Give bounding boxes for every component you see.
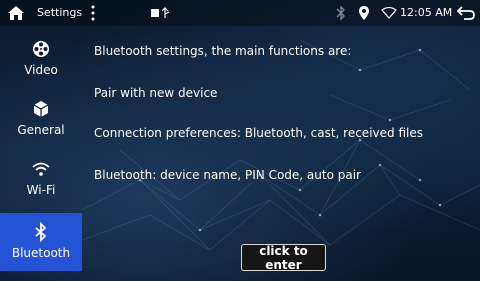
sidebar-item-bluetooth[interactable]: Bluetooth [0,213,82,271]
back-icon[interactable] [457,5,475,21]
sidebar-item-video[interactable]: Video [0,30,82,88]
clock-time: 12:05 AM [400,6,453,19]
sidebar-item-general[interactable]: General [0,90,82,148]
sidebar-item-label: General [17,123,65,137]
location-icon [359,6,369,20]
settings-sidebar: Video General Wi-Fi Bluetooth [0,26,82,281]
bluetooth-icon [35,222,47,242]
info-item-bluetooth-options: Bluetooth: device name, PIN Code, auto p… [94,168,361,182]
info-item-pair: Pair with new device [94,86,218,100]
sidebar-item-label: Wi-Fi [26,183,56,197]
wifi-icon [32,162,50,176]
sidebar-item-label: Video [24,63,58,77]
click-to-enter-button[interactable]: click to enter [241,244,326,272]
film-reel-icon [33,41,49,57]
bluetooth-icon [336,5,345,21]
sidebar-item-wifi[interactable]: Wi-Fi [0,150,82,208]
info-heading: Bluetooth settings, the main functions a… [94,44,352,58]
usb-icon [151,7,170,18]
cube-icon [33,101,49,117]
wifi-icon [381,7,397,19]
status-bar: Settings 12:05 AM [0,0,480,26]
status-title: Settings [37,6,83,19]
info-item-connection-preferences: Connection preferences: Bluetooth, cast,… [94,126,423,140]
more-vertical-icon[interactable] [90,4,96,22]
home-icon[interactable] [6,3,26,23]
sidebar-item-label: Bluetooth [11,246,71,260]
